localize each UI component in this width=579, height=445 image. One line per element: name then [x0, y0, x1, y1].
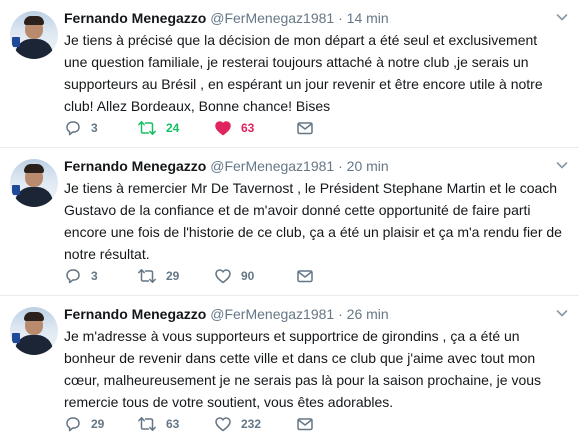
reply-button[interactable]: 3: [64, 118, 98, 138]
tweet-actions: 29 63 232: [64, 414, 569, 434]
author-handle[interactable]: @FerMenegaz1981: [210, 306, 334, 322]
tweet-header: Fernando Menegazzo @FerMenegaz1981 · 14 …: [64, 9, 569, 27]
like-button[interactable]: 232: [214, 414, 261, 434]
heart-icon: [215, 269, 231, 284]
envelope-icon: [297, 122, 313, 135]
reply-button[interactable]: 29: [64, 414, 104, 434]
avatar[interactable]: [10, 11, 58, 59]
direct-message-button[interactable]: [296, 118, 323, 138]
like-count: 232: [241, 417, 262, 431]
tweet-actions: 3 29 90: [64, 266, 569, 286]
tweet[interactable]: Fernando Menegazzo @FerMenegaz1981 · 20 …: [0, 148, 579, 296]
like-count: 90: [241, 269, 255, 283]
author-name[interactable]: Fernando Menegazzo: [64, 158, 206, 174]
retweet-count: 29: [166, 269, 180, 283]
like-button[interactable]: 90: [214, 266, 254, 286]
tweet-text: Je tiens à remercier Mr De Tavernost , l…: [64, 180, 562, 262]
retweet-icon: [138, 269, 156, 283]
retweet-icon: [138, 417, 156, 431]
chevron-down-icon[interactable]: [555, 10, 569, 24]
reply-icon: [66, 269, 80, 284]
envelope-icon: [297, 270, 313, 283]
avatar[interactable]: [10, 307, 58, 355]
direct-message-button[interactable]: [296, 414, 323, 434]
author-name[interactable]: Fernando Menegazzo: [64, 306, 206, 322]
tweet-text: Je m'adresse à vous supporteurs et suppo…: [64, 328, 542, 410]
tweet-header: Fernando Menegazzo @FerMenegaz1981 · 20 …: [64, 157, 569, 175]
heart-icon: [215, 417, 231, 432]
author-handle[interactable]: @FerMenegaz1981: [210, 10, 334, 26]
separator-dot: ·: [338, 10, 343, 26]
retweet-button[interactable]: 63: [137, 414, 179, 434]
like-button[interactable]: 63: [214, 118, 254, 138]
separator-dot: ·: [338, 306, 343, 322]
retweet-button[interactable]: 24: [137, 118, 179, 138]
reply-icon: [66, 121, 80, 136]
author-name[interactable]: Fernando Menegazzo: [64, 10, 206, 26]
avatar[interactable]: [10, 159, 58, 207]
tweet-timestamp[interactable]: 20 min: [347, 158, 389, 174]
reply-count: 29: [91, 417, 105, 431]
tweet-actions: 3 24 63: [64, 118, 569, 138]
reply-count: 3: [91, 121, 98, 135]
reply-icon: [66, 417, 80, 432]
retweet-icon: [138, 121, 156, 135]
direct-message-button[interactable]: [296, 266, 323, 286]
retweet-button[interactable]: 29: [137, 266, 179, 286]
like-count: 63: [241, 121, 255, 135]
reply-button[interactable]: 3: [64, 266, 98, 286]
envelope-icon: [297, 418, 313, 431]
retweet-count: 24: [166, 121, 180, 135]
retweet-count: 63: [166, 417, 180, 431]
tweet-text: Je tiens à précisé que la décision de mo…: [64, 32, 543, 114]
chevron-down-icon[interactable]: [555, 306, 569, 320]
tweet[interactable]: Fernando Menegazzo @FerMenegaz1981 · 14 …: [0, 0, 579, 148]
author-handle[interactable]: @FerMenegaz1981: [210, 158, 334, 174]
chevron-down-icon[interactable]: [555, 158, 569, 172]
tweet[interactable]: Fernando Menegazzo @FerMenegaz1981 · 26 …: [0, 296, 579, 445]
tweet-timestamp[interactable]: 14 min: [347, 10, 389, 26]
separator-dot: ·: [338, 158, 343, 174]
heart-icon: [215, 121, 231, 136]
tweet-header: Fernando Menegazzo @FerMenegaz1981 · 26 …: [64, 305, 569, 323]
reply-count: 3: [91, 269, 98, 283]
tweet-timeline: Fernando Menegazzo @FerMenegaz1981 · 14 …: [0, 0, 579, 445]
tweet-timestamp[interactable]: 26 min: [347, 306, 389, 322]
